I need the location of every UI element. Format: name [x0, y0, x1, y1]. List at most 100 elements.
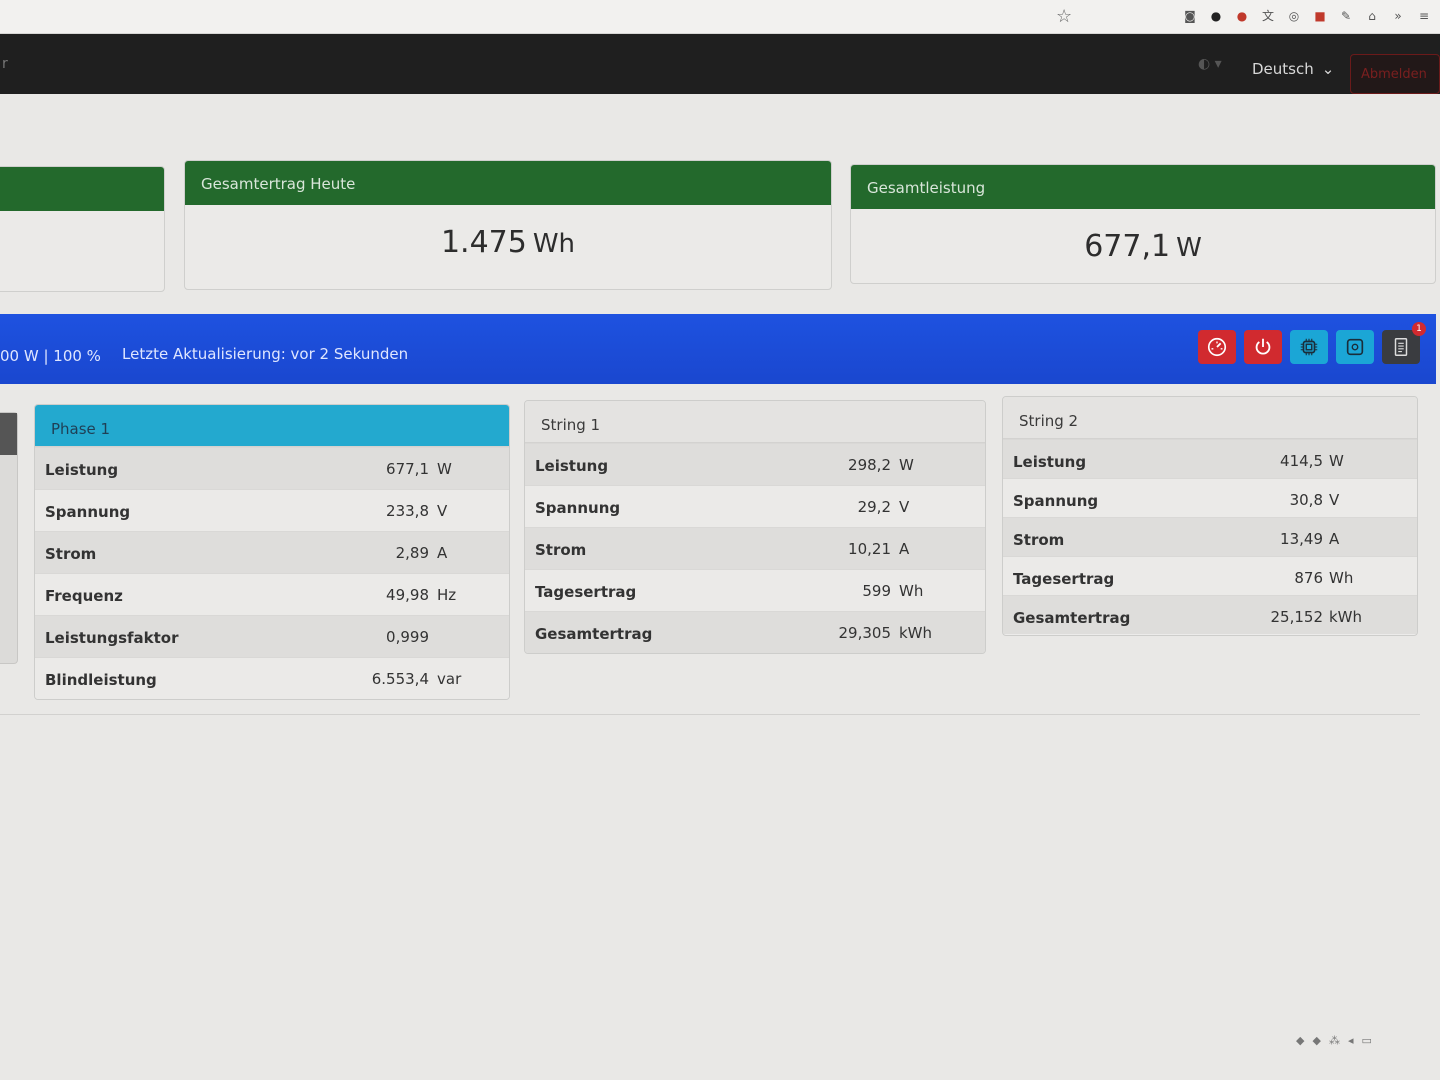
total-yield-today-card: Gesamtertrag Heute 1.475 Wh	[184, 160, 832, 290]
row-label: Spannung	[535, 499, 621, 517]
phase1-panel: Phase 1 Leistung 677,1 W Spannung 233,8 V Stro…	[34, 404, 510, 700]
table-row: Spannung 29,2 V	[525, 485, 985, 527]
pocket-icon[interactable]: ◙	[1182, 8, 1198, 24]
row-unit: A	[899, 540, 910, 558]
row-unit: kWh	[1329, 608, 1363, 626]
row-unit: W	[437, 460, 452, 478]
row-value: 599	[862, 582, 891, 600]
tray-icon[interactable]: ◆	[1296, 1034, 1304, 1047]
total-power-unit: W	[1176, 233, 1202, 263]
string1-title: String 1	[525, 401, 985, 443]
total-power-value: 677,1 W	[851, 209, 1435, 264]
device-info-button[interactable]	[1290, 330, 1328, 364]
string2-panel: String 2 Leistung 414,5 W Spannung 30,8 V Stro…	[1002, 396, 1418, 636]
tray-icon[interactable]: ◆	[1312, 1034, 1320, 1047]
language-dropdown[interactable]: Deutsch ⌄	[1252, 60, 1334, 78]
limit-settings-button[interactable]	[1198, 330, 1236, 364]
browser-extension-icons: ◙ ● ● 文 ◎ ■ ✎ ⌂ » ≡	[1182, 8, 1432, 24]
table-row: Leistung 414,5 W	[1003, 439, 1417, 478]
brand-fragment[interactable]: r	[2, 56, 8, 72]
theme-toggle-icon[interactable]: ◐ ▾	[1198, 56, 1222, 72]
row-label: Frequenz	[45, 587, 123, 605]
main-content: Gesamtertrag Heute 1.475 Wh Gesamtleistun…	[0, 94, 1440, 1080]
row-unit: V	[437, 502, 448, 520]
table-row: Tagesertrag 876 Wh	[1003, 556, 1417, 595]
battery-icon[interactable]: ▭	[1361, 1034, 1371, 1047]
row-value: 29,2	[857, 498, 891, 516]
log-icon	[1394, 338, 1408, 356]
row-unit: Wh	[1329, 569, 1354, 587]
partial-panel-header	[0, 413, 17, 455]
table-row: Tagesertrag 599 Wh	[525, 569, 985, 611]
power-icon	[1255, 338, 1271, 355]
inverter-action-buttons: 1	[1198, 322, 1426, 364]
row-label: Leistung	[1013, 453, 1087, 471]
table-row: Leistung 677,1 W	[35, 447, 509, 489]
row-label: Gesamtertrag	[1013, 609, 1131, 627]
row-label: Leistung	[45, 461, 119, 479]
row-value: 0,999	[386, 628, 429, 646]
row-value: 233,8	[386, 502, 429, 520]
string1-panel: String 1 Leistung 298,2 W Spannung 29,2 V Stro…	[524, 400, 986, 654]
row-label: Strom	[1013, 531, 1065, 549]
logout-button[interactable]: Abmelden	[1350, 54, 1440, 94]
table-row: Leistung 298,2 W	[525, 443, 985, 485]
row-value: 13,49	[1280, 530, 1323, 548]
row-value: 876	[1294, 569, 1323, 587]
row-value: 6.553,4	[371, 670, 429, 688]
browser-toolbar: ☆ ◙ ● ● 文 ◎ ■ ✎ ⌂ » ≡	[0, 0, 1440, 34]
row-label: Gesamtertrag	[535, 625, 653, 643]
table-row: Strom 2,89 A	[35, 531, 509, 573]
puzzle-icon[interactable]: ✎	[1338, 8, 1354, 24]
power-limit-text: 00 W | 100 %	[0, 347, 101, 365]
total-power-card: Gesamtleistung 677,1 W	[850, 164, 1436, 284]
row-unit: A	[1329, 530, 1340, 548]
row-label: Tagesertrag	[1013, 570, 1115, 588]
row-label: Tagesertrag	[535, 583, 637, 601]
grid-profile-button[interactable]	[1336, 330, 1374, 364]
row-unit: A	[437, 544, 448, 562]
total-yield-today-unit: Wh	[532, 229, 576, 259]
pdf-icon[interactable]: ■	[1312, 8, 1328, 24]
string2-title: String 2	[1003, 397, 1417, 439]
row-value: 2,89	[395, 544, 429, 562]
sync-icon[interactable]: ◎	[1286, 8, 1302, 24]
row-value: 677,1	[386, 460, 429, 478]
total-yield-today-title: Gesamtertrag Heute	[185, 161, 831, 205]
row-unit: Wh	[899, 582, 924, 600]
section-divider	[0, 714, 1420, 715]
network-icon[interactable]: ⁂	[1329, 1034, 1340, 1047]
row-unit: var	[437, 670, 462, 688]
row-unit: W	[899, 456, 914, 474]
event-log-button[interactable]: 1	[1382, 322, 1426, 364]
extension-icon[interactable]: ●	[1208, 8, 1224, 24]
menu-icon[interactable]: ≡	[1416, 8, 1432, 24]
bookmark-star-icon[interactable]: ☆	[1056, 6, 1072, 27]
row-label: Blindleistung	[45, 671, 157, 689]
row-label: Strom	[45, 545, 97, 563]
volume-icon[interactable]: ◂	[1348, 1034, 1354, 1047]
row-label: Leistung	[535, 457, 609, 475]
total-yield-today-value: 1.475 Wh	[185, 205, 831, 260]
event-log-badge: 1	[1412, 322, 1426, 336]
app-navbar: r ◐ ▾ Deutsch ⌄ Abmelden	[0, 34, 1440, 94]
partial-summary-card	[0, 166, 165, 292]
row-label: Leistungsfaktor	[45, 629, 179, 647]
phase1-rows: Leistung 677,1 W Spannung 233,8 V Strom 2,89 A Fr…	[35, 447, 509, 699]
home-icon[interactable]: ⌂	[1364, 8, 1380, 24]
string2-rows: Leistung 414,5 W Spannung 30,8 V Strom 13,49 A Ta…	[1003, 439, 1417, 634]
row-unit: V	[899, 498, 910, 516]
row-value: 49,98	[386, 586, 429, 604]
table-row: Spannung 233,8 V	[35, 489, 509, 531]
row-label: Spannung	[45, 503, 131, 521]
power-control-button[interactable]	[1244, 330, 1282, 364]
last-update-text: Letzte Aktualisierung: vor 2 Sekunden	[122, 345, 409, 363]
table-row: Gesamtertrag 25,152 kWh	[1003, 595, 1417, 634]
table-row: Gesamtertrag 29,305 kWh	[525, 611, 985, 653]
overflow-icon[interactable]: »	[1390, 8, 1406, 24]
row-unit: V	[1329, 491, 1340, 509]
translate-icon[interactable]: 文	[1260, 8, 1276, 24]
row-label: Strom	[535, 541, 587, 559]
row-label: Spannung	[1013, 492, 1099, 510]
red-extension-icon[interactable]: ●	[1234, 8, 1250, 24]
